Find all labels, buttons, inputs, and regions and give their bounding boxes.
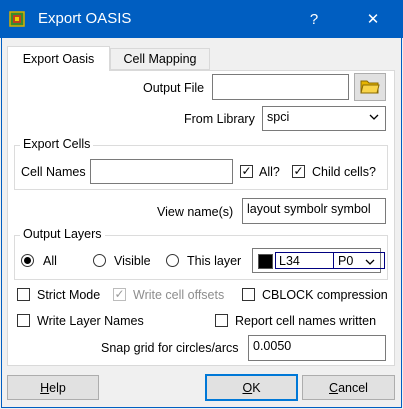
radio-this-layer-label: This layer — [187, 254, 242, 268]
app-icon — [9, 11, 25, 27]
layer-purpose: P0 — [338, 254, 354, 268]
layer-color-swatch — [258, 254, 273, 269]
view-names-label: View name(s) — [157, 205, 234, 219]
tab-label: Export Oasis — [22, 52, 95, 66]
snap-grid-label: Snap grid for circles/arcs — [101, 341, 239, 355]
all-checkbox[interactable]: ✓ — [240, 165, 253, 178]
cancel-button[interactable]: Cancel — [302, 375, 395, 400]
radio-this-layer[interactable] — [166, 254, 179, 267]
child-cells-checkbox[interactable]: ✓ — [292, 165, 305, 178]
report-cell-names-checkbox[interactable] — [215, 314, 228, 327]
library-select[interactable]: spci — [262, 106, 386, 131]
window-title: Export OASIS — [38, 10, 132, 27]
output-layers-title: Output Layers — [20, 227, 105, 241]
write-layer-names-label: Write Layer Names — [37, 314, 144, 328]
folder-icon — [360, 78, 380, 97]
radio-visible[interactable] — [93, 254, 106, 267]
cell-names-input[interactable] — [90, 159, 233, 184]
help-button-label: Help — [40, 380, 66, 395]
view-names-input[interactable]: layout symbolr symbol — [242, 198, 386, 224]
checkmark-icon: ✓ — [241, 164, 252, 178]
radio-visible-label: Visible — [114, 254, 151, 268]
chevron-down-icon — [365, 256, 375, 270]
snap-grid-input[interactable]: 0.0050 — [248, 335, 386, 361]
strict-mode-label: Strict Mode — [37, 288, 101, 302]
write-cell-offsets-checkbox[interactable]: ✓ — [113, 288, 126, 301]
output-file-input[interactable] — [212, 74, 349, 100]
cancel-button-label: Cancel — [329, 380, 368, 395]
export-cells-title: Export Cells — [20, 137, 94, 151]
help-button[interactable]: Help — [7, 375, 99, 400]
close-button[interactable]: ✕ — [351, 0, 395, 38]
browse-button[interactable] — [354, 73, 386, 101]
ok-button-label: OK — [242, 380, 261, 395]
radio-all-label: All — [43, 254, 57, 268]
ok-button[interactable]: OK — [205, 374, 298, 401]
from-library-label: From Library — [184, 112, 255, 126]
title-bar: Export OASIS ? ✕ — [0, 0, 403, 38]
chevron-down-icon — [369, 111, 379, 125]
cblock-checkbox[interactable] — [242, 288, 255, 301]
checkmark-icon: ✓ — [293, 164, 304, 178]
tab-label: Cell Mapping — [123, 52, 197, 66]
all-label: All? — [259, 165, 280, 179]
child-cells-label: Child cells? — [312, 165, 376, 179]
cblock-label: CBLOCK compression — [262, 288, 388, 302]
layer-divider — [333, 252, 334, 269]
question-icon: ? — [309, 10, 319, 28]
tab-export-oasis[interactable]: Export Oasis — [7, 46, 110, 71]
library-value: spci — [267, 110, 290, 124]
strict-mode-checkbox[interactable] — [17, 288, 30, 301]
checkmark-icon: ✓ — [114, 287, 125, 301]
cell-names-label: Cell Names — [21, 165, 86, 179]
write-cell-offsets-label: Write cell offsets — [133, 288, 225, 302]
layer-name: L34 — [279, 254, 300, 268]
radio-all[interactable] — [21, 254, 34, 267]
tab-cell-mapping[interactable]: Cell Mapping — [110, 48, 210, 70]
report-cell-names-label: Report cell names written — [235, 314, 377, 328]
output-file-label: Output File — [143, 81, 205, 95]
layer-select[interactable]: L34 P0 — [252, 248, 385, 273]
close-icon: ✕ — [366, 11, 380, 28]
help-title-button[interactable]: ? — [292, 0, 336, 38]
write-layer-names-checkbox[interactable] — [17, 314, 30, 327]
